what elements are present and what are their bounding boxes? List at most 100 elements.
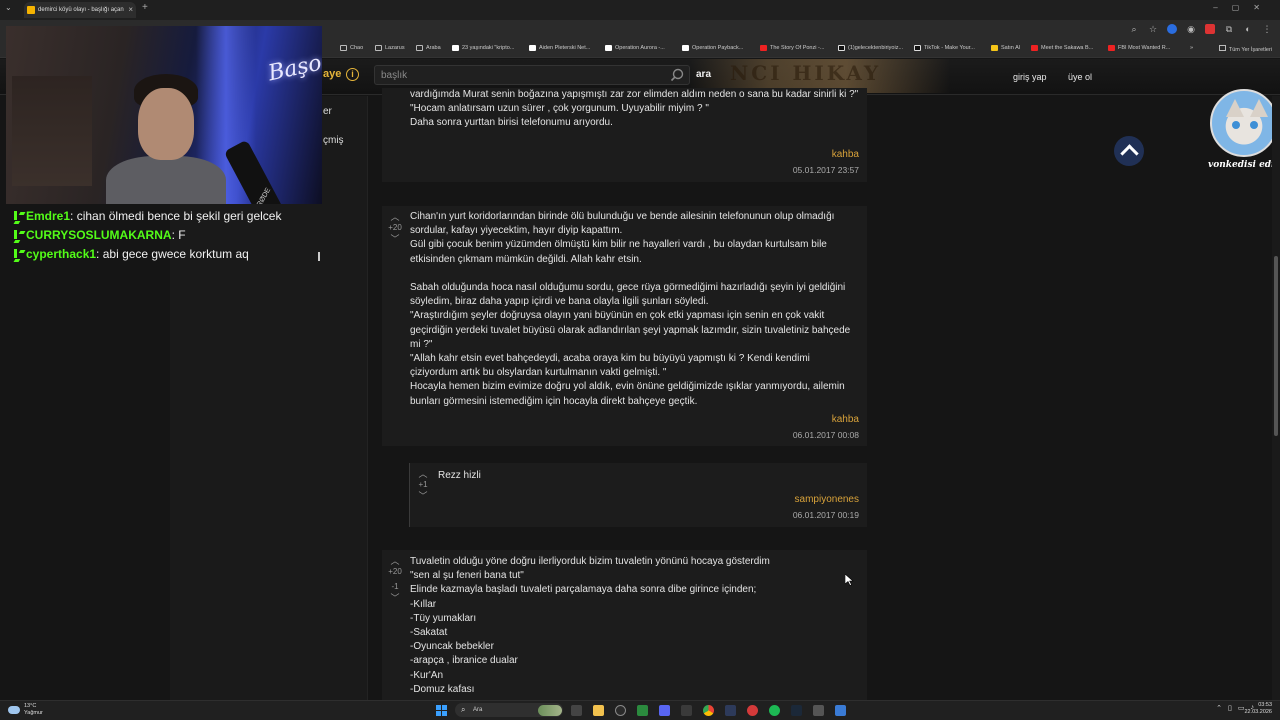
bookmark-item[interactable]: (1)gelecektenbiriyoiz... — [838, 45, 903, 51]
downvote-chevron-down-icon[interactable]: ﹀ — [382, 232, 408, 245]
scrollbar-thumb[interactable] — [1274, 256, 1278, 436]
entry-author[interactable]: kahba — [832, 149, 859, 160]
usb-icon[interactable]: ▯ — [1228, 704, 1232, 712]
signup-link[interactable]: üye ol — [1068, 72, 1092, 82]
zoom-icon[interactable]: ⌕ — [1129, 24, 1139, 34]
steam-icon[interactable] — [791, 705, 802, 716]
windows-taskbar: 13°C Yağmur Ara ⌃ ▯ ▭ ♪ 03:53 22.03.2026 — [0, 700, 1280, 720]
search-button[interactable]: ara — [696, 69, 711, 80]
app-icon[interactable] — [637, 705, 648, 716]
file-explorer-icon[interactable] — [593, 705, 604, 716]
app-icon[interactable] — [725, 705, 736, 716]
cat-avatar — [1210, 89, 1278, 157]
entry-date[interactable]: 06.01.2017 00:19 — [793, 510, 859, 520]
entry-author[interactable]: kahba — [832, 414, 859, 425]
bookmark-item[interactable]: Meet the Sakawa B... — [1031, 45, 1093, 51]
bookmark-favicon-icon — [452, 45, 459, 51]
sidebar-item[interactable]: çmiş — [323, 135, 344, 146]
extension-icon[interactable]: ◉ — [1186, 24, 1196, 34]
login-link[interactable]: giriş yap — [1013, 72, 1047, 82]
bookmark-item[interactable]: Araba — [416, 45, 441, 51]
entry-score: +1 — [418, 480, 428, 489]
entry-date[interactable]: 06.01.2017 00:08 — [793, 430, 859, 440]
chrome-icon[interactable] — [703, 705, 714, 716]
mouse-pointer-icon — [844, 573, 854, 591]
cat-ear — [1226, 99, 1244, 117]
upvote-chevron-up-icon[interactable]: ︿ — [382, 210, 408, 223]
chat-username: CURRYSOSLUMAKARNA — [26, 227, 172, 242]
tray-chevron-up-icon[interactable]: ⌃ — [1216, 704, 1222, 712]
scroll-to-top-button[interactable] — [1114, 136, 1144, 166]
entry-card: ︿ +20 -1 ﹀ Tuvaletin olduğu yöne doğru i… — [382, 550, 867, 700]
search-icon[interactable] — [670, 68, 684, 87]
browser-menu-icon[interactable]: ⋮ — [1262, 24, 1272, 34]
cat-eye — [1250, 121, 1258, 129]
text-cursor — [318, 252, 320, 261]
window-controls[interactable]: –▢✕ — [1213, 3, 1274, 12]
kick-badge-icon — [14, 249, 23, 258]
task-view-icon[interactable] — [571, 705, 582, 716]
all-bookmarks-button[interactable]: Tüm Yer İşaretleri — [1218, 45, 1272, 53]
app-icon[interactable] — [813, 705, 824, 716]
upvote-chevron-up-icon[interactable]: ︿ — [410, 467, 436, 480]
search-input[interactable] — [381, 70, 661, 81]
app-icon[interactable] — [747, 705, 758, 716]
weather-desc: Yağmur — [24, 710, 43, 716]
bookmark-item[interactable]: The Story Of Ponzi -... — [760, 45, 824, 51]
upvote-chevron-up-icon[interactable]: ︿ — [382, 554, 408, 567]
bookmark-item[interactable]: Chao — [340, 45, 363, 51]
spotify-icon[interactable] — [769, 705, 780, 716]
entry-author[interactable]: sampiyonenes — [795, 494, 859, 505]
kick-badge-icon — [14, 211, 23, 220]
bookmark-item[interactable]: FBI Most Wanted R... — [1108, 45, 1170, 51]
chat-message: CURRYSOSLUMAKARNA: F — [14, 225, 324, 244]
downvote-chevron-down-icon[interactable]: ﹀ — [382, 591, 408, 604]
extension-icon[interactable] — [1205, 24, 1215, 34]
close-tab-icon[interactable]: × — [128, 2, 133, 18]
discord-icon[interactable] — [659, 705, 670, 716]
chat-message: cyperthack1: abi gece gwece korktum aq — [14, 244, 324, 263]
bookmark-favicon-icon — [991, 45, 998, 51]
entry-score: +20 — [388, 567, 402, 576]
page-scrollbar[interactable] — [1272, 96, 1280, 700]
profile-icon[interactable]: ◐ — [1243, 24, 1253, 34]
search-highlight-icon[interactable] — [538, 705, 562, 716]
bookmark-star-icon[interactable]: ☆ — [1148, 24, 1158, 34]
app-icon[interactable] — [835, 705, 846, 716]
vote-box: ︿ +20 -1 ﹀ — [382, 554, 408, 604]
windows-start-icon[interactable] — [436, 705, 447, 716]
weather-widget[interactable]: 13°C Yağmur — [8, 703, 43, 717]
cloud-rain-icon — [8, 706, 20, 714]
entry-date[interactable]: 05.01.2017 23:57 — [793, 165, 859, 175]
extensions-puzzle-icon[interactable]: ⧉ — [1224, 24, 1234, 34]
bookmark-item[interactable]: Lazarus — [375, 45, 405, 51]
chat-colon: : — [96, 246, 103, 261]
app-icon[interactable] — [681, 705, 692, 716]
app-icon[interactable] — [615, 705, 626, 716]
avatar-label: vonkedisi edin — [1208, 160, 1280, 170]
bookmark-item[interactable]: Aiden Pleterski Net... — [529, 45, 590, 51]
bookmark-item[interactable]: Satın Al — [991, 45, 1020, 51]
new-tab-button[interactable]: + — [142, 2, 148, 13]
bookmark-item[interactable]: TikTok - Make Your... — [914, 45, 975, 51]
entry-card: vardığımda Murat senin boğazına yapışmış… — [382, 88, 867, 182]
site-logo[interactable]: aye — [323, 68, 341, 80]
reply-card: ︿ +1 ﹀ Rezz hizli sampiyonenes 06.01.201… — [409, 463, 867, 527]
bookmarks-more-button[interactable]: » — [1190, 45, 1193, 51]
bookmark-item[interactable]: Operation Payback... — [682, 45, 743, 51]
taskbar-clock[interactable]: 03:53 22.03.2026 — [1244, 702, 1272, 716]
extension-icon[interactable] — [1167, 24, 1177, 34]
downvote-chevron-down-icon[interactable]: ﹀ — [410, 489, 436, 502]
cat-ear — [1250, 99, 1268, 117]
entry-score-down: -1 — [391, 582, 399, 591]
browser-tab[interactable]: demirci köyü olayı - başlığı açan × — [24, 2, 136, 18]
sidebar-item[interactable]: er — [323, 106, 332, 117]
weather-temp: 13°C — [24, 703, 37, 709]
info-icon[interactable]: i — [346, 68, 359, 81]
tab-list-button[interactable]: ⌄ — [5, 3, 12, 12]
toolbar-icons: ⌕ ☆ ◉ ⧉ ◐ ⋮ — [1129, 24, 1272, 34]
cat-eye — [1232, 121, 1240, 129]
bookmark-item[interactable]: 23 yaşındaki "kripto... — [452, 45, 514, 51]
neon-sign: Başo — [265, 50, 322, 87]
bookmark-item[interactable]: Operation Aurora -... — [605, 45, 665, 51]
